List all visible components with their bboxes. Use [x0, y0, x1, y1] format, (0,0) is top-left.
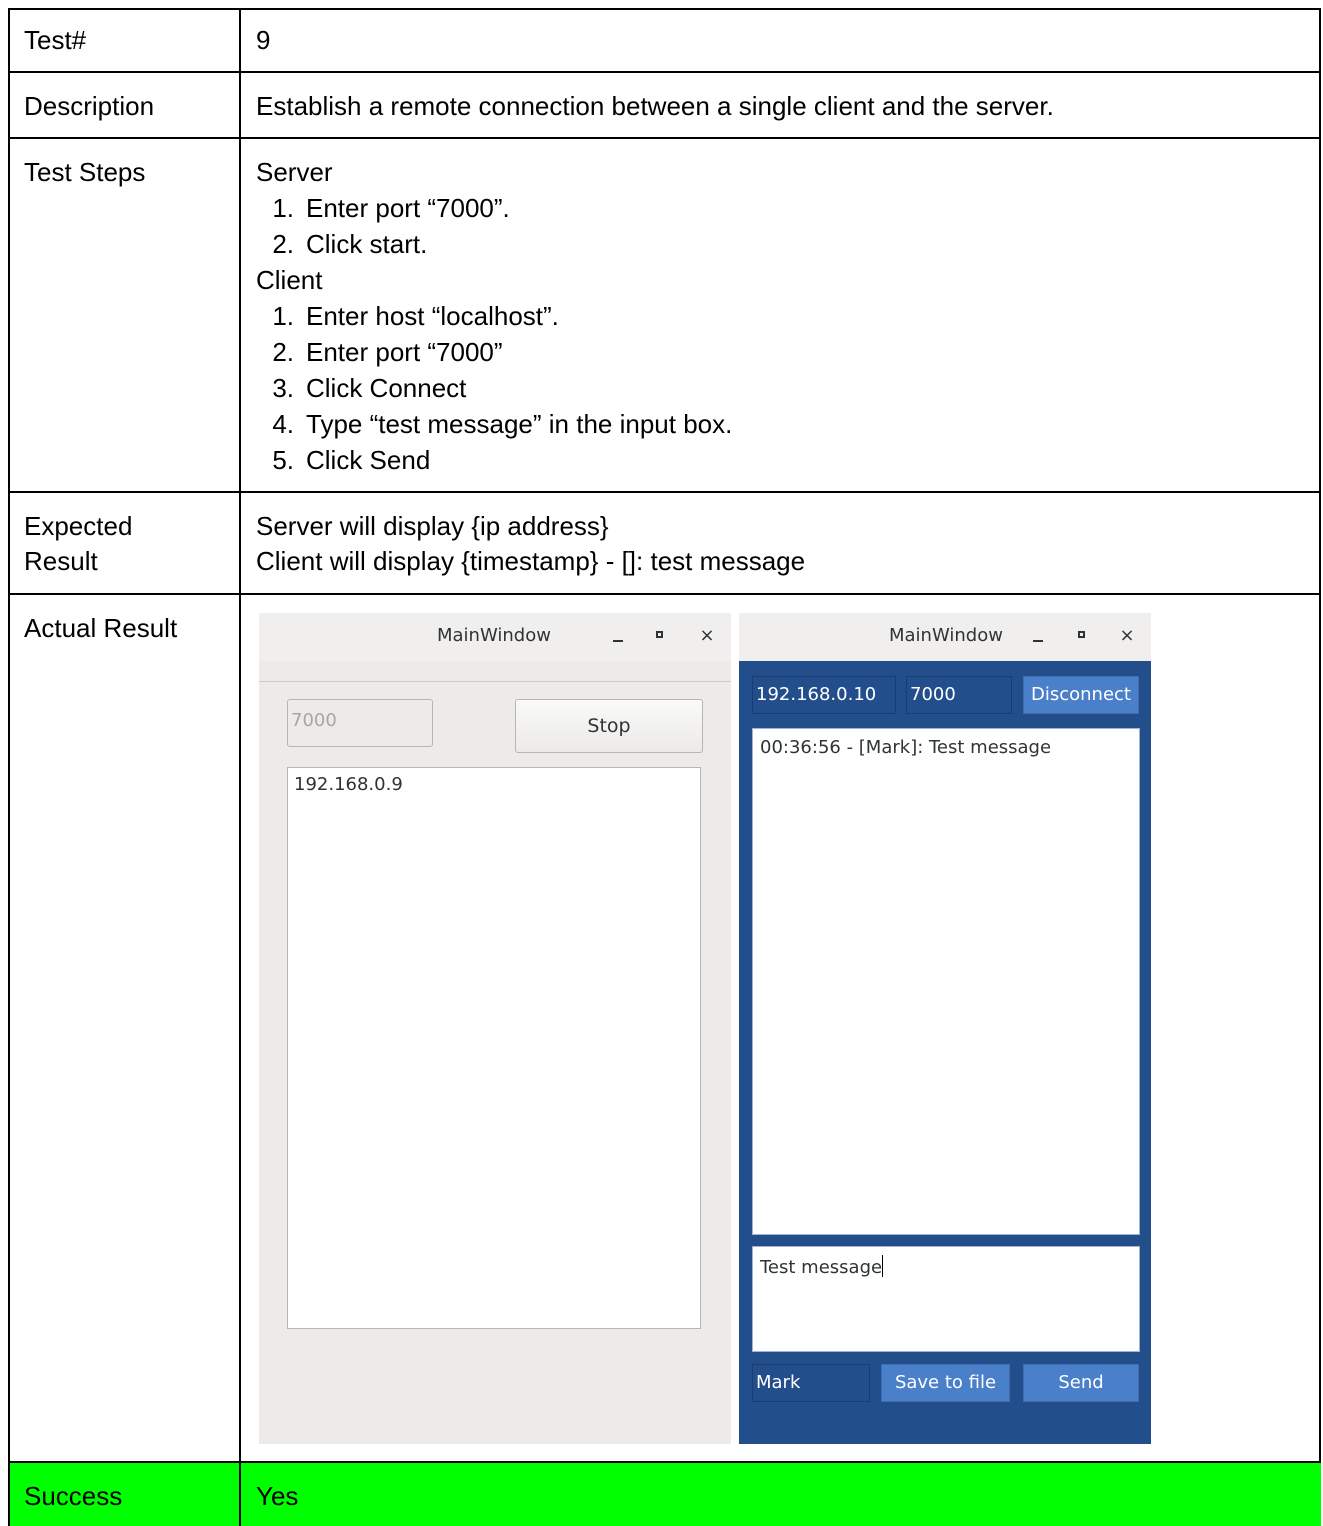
list-item: 3. Click Connect [272, 373, 467, 403]
expected-line2: Client will display {timestamp} - []: te… [256, 546, 806, 576]
success-value: Yes [256, 1481, 299, 1511]
description-label: Description [24, 91, 155, 121]
message-input[interactable]: Test message [752, 1246, 1140, 1352]
list-item: 192.168.0.9 [294, 774, 403, 795]
message-log[interactable]: 00:36:56 - [Mark]: Test message [752, 728, 1140, 1235]
success-label: Success [24, 1481, 123, 1511]
list-item: 00:36:56 - [Mark]: Test message [760, 737, 1052, 758]
client-heading: Client [256, 265, 323, 295]
server-window: MainWindow × 7000 Stop 192.168.0.9 [259, 613, 731, 1444]
test-number-label: Test# [24, 25, 87, 55]
table-border [8, 71, 1321, 73]
client-titlebar: MainWindow × [739, 613, 1151, 661]
list-item: 2. Enter port “7000” [272, 337, 503, 367]
server-heading: Server [256, 157, 333, 187]
client-window-title: MainWindow [889, 625, 1003, 646]
table-border [8, 1461, 1321, 1463]
text-caret [882, 1255, 884, 1277]
expected-label-line2: Result [24, 546, 98, 576]
list-item: 1. Enter port “7000”. [272, 193, 510, 223]
table-border [8, 137, 1321, 139]
test-number-value: 9 [256, 25, 271, 55]
host-input[interactable]: 192.168.0.10 [752, 676, 896, 714]
disconnect-button[interactable]: Disconnect [1023, 676, 1139, 714]
save-to-file-button[interactable]: Save to file [881, 1364, 1010, 1402]
maximize-icon[interactable] [1073, 625, 1093, 647]
table-border [1319, 8, 1321, 1463]
client-port-input[interactable]: 7000 [906, 676, 1012, 714]
send-button[interactable]: Send [1023, 1364, 1139, 1402]
stop-button[interactable]: Stop [515, 699, 703, 753]
list-item: 5. Click Send [272, 445, 431, 475]
client-body: 192.168.0.10 7000 Disconnect 00:36:56 - … [739, 661, 1151, 1444]
test-steps-list: Server 1. Enter port “7000”. 2. Click star… [256, 154, 732, 478]
description-value: Establish a remote connection between a … [256, 91, 1054, 121]
server-body: 7000 Stop 192.168.0.9 [259, 661, 731, 1444]
table-border [8, 491, 1321, 493]
minimize-icon[interactable] [609, 625, 629, 647]
close-icon[interactable]: × [697, 625, 717, 647]
username-input[interactable]: Mark [752, 1364, 870, 1402]
maximize-icon[interactable] [651, 625, 671, 647]
expected-line1: Server will display {ip address} [256, 511, 609, 541]
client-window: MainWindow × 192.168.0.10 7000 Disconnec… [739, 613, 1151, 1444]
table-border [239, 8, 241, 1526]
table-border [8, 593, 1321, 595]
server-window-title: MainWindow [437, 625, 551, 646]
expected-label-line1: Expected [24, 511, 133, 541]
test-case-table: Test# 9 Description Establish a remote c… [0, 0, 1323, 1526]
table-border [8, 8, 1321, 10]
list-item: 1. Enter host “localhost”. [272, 301, 559, 331]
connected-clients-list[interactable]: 192.168.0.9 [287, 767, 701, 1329]
actual-result-label: Actual Result [24, 613, 178, 643]
toolbar-divider [259, 681, 731, 682]
list-item: 4. Type “test message” in the input box. [272, 409, 733, 439]
minimize-icon[interactable] [1029, 625, 1049, 647]
list-item: 2. Click start. [272, 229, 428, 259]
close-icon[interactable]: × [1117, 625, 1137, 647]
table-border [8, 8, 10, 1526]
test-steps-label: Test Steps [24, 157, 146, 187]
success-row-highlight [8, 1463, 1321, 1526]
server-port-input[interactable]: 7000 [287, 699, 433, 747]
server-titlebar: MainWindow × [259, 613, 731, 663]
message-input-text: Test message [760, 1257, 883, 1278]
